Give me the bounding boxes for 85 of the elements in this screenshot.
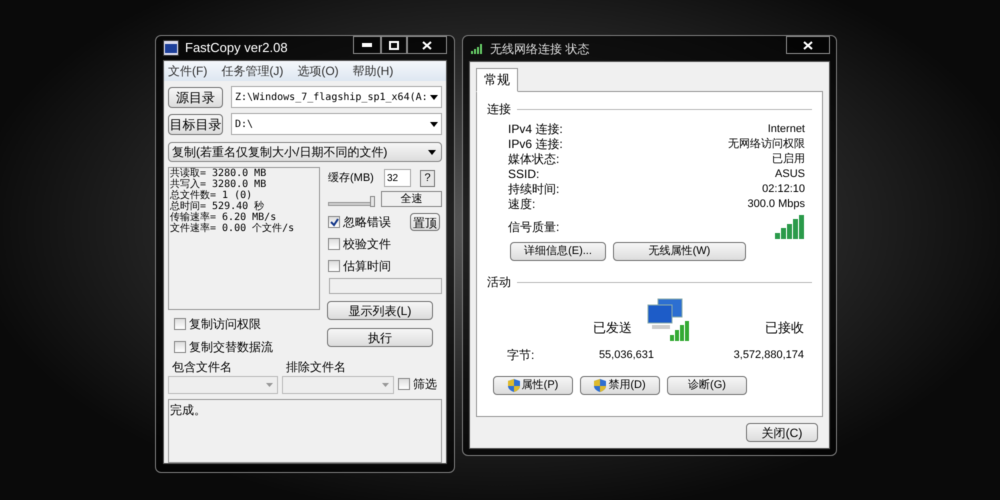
checkbox[interactable] bbox=[398, 378, 410, 390]
menu-item[interactable]: 帮助(H) bbox=[352, 62, 394, 80]
field-label: SSID: bbox=[508, 167, 540, 182]
buffer-field[interactable]: 32 bbox=[384, 169, 411, 187]
dropdown-arrow-icon bbox=[430, 122, 438, 126]
execute-button[interactable]: 执行 bbox=[327, 328, 433, 347]
path-field[interactable]: D:\ bbox=[231, 113, 442, 135]
dropdown-arrow-icon bbox=[382, 383, 389, 387]
maximize-button[interactable] bbox=[381, 36, 407, 54]
received-bytes-value: 3,572,880,174 bbox=[732, 348, 804, 363]
section-heading: 活动 bbox=[487, 274, 511, 291]
dialog-button[interactable]: 无线属性(W) bbox=[613, 242, 746, 261]
window-title: FastCopy ver2.08 bbox=[185, 39, 288, 58]
field-label: IPv4 连接: bbox=[508, 122, 563, 137]
dropdown-arrow-icon bbox=[430, 94, 438, 100]
dialog-button[interactable]: 属性(P) bbox=[493, 376, 573, 395]
section-heading: 连接 bbox=[487, 101, 511, 118]
checkbox[interactable] bbox=[174, 341, 186, 353]
checkbox-label: 估算时间 bbox=[343, 258, 391, 275]
field-label: 媒体状态: bbox=[508, 152, 560, 167]
tab[interactable]: 常规 bbox=[476, 68, 518, 92]
field-value: 已启用 bbox=[772, 152, 805, 167]
shield-icon bbox=[594, 379, 606, 392]
checkbox-label: 复制访问权限 bbox=[189, 316, 261, 333]
maximize-icon bbox=[389, 40, 399, 50]
field-label: 持续时间: bbox=[508, 182, 560, 197]
field-value: 300.0 Mbps bbox=[748, 197, 805, 212]
sent-bytes-value: 55,036,631 bbox=[598, 348, 654, 363]
field-label: 信号质量: bbox=[508, 219, 560, 236]
sent-label: 已发送 bbox=[592, 318, 632, 336]
menu-item[interactable]: 任务管理(J) bbox=[221, 62, 284, 80]
checkbox-label: 复制交替数据流 bbox=[189, 339, 273, 356]
signal-icon bbox=[471, 44, 484, 54]
stat-line: 共写入= 3280.0 MB bbox=[170, 179, 268, 190]
checkbox-label: 筛选 bbox=[413, 376, 437, 393]
dialog-button[interactable]: 诊断(G) bbox=[667, 376, 747, 395]
field-value: Internet bbox=[768, 122, 805, 137]
minimize-icon bbox=[362, 43, 372, 47]
stat-line: 共读取= 3280.0 MB bbox=[170, 168, 268, 179]
buffer-label: 缓存(MB) bbox=[328, 170, 375, 186]
path-field[interactable]: Z:\Windows_7_flagship_sp1_x64(A: bbox=[231, 86, 442, 108]
field-label: IPv6 连接: bbox=[508, 137, 563, 152]
stat-line: 传输速率= 6.20 MB/s bbox=[170, 212, 278, 223]
stat-line: 总时间= 529.40 秒 bbox=[170, 201, 266, 212]
source-button[interactable]: 源目录 bbox=[168, 86, 223, 108]
speed-label: 全速 bbox=[381, 191, 442, 207]
include-label: 包含文件名 bbox=[171, 359, 233, 376]
dropdown-arrow-icon bbox=[266, 383, 273, 387]
menu-item[interactable]: 文件(F) bbox=[168, 62, 208, 80]
close-button[interactable] bbox=[786, 36, 830, 54]
checkbox[interactable] bbox=[328, 238, 340, 250]
help-button[interactable]: ? bbox=[420, 170, 435, 186]
checkbox-label: 校验文件 bbox=[343, 236, 391, 253]
field-value: ASUS bbox=[775, 167, 805, 182]
log-text: 完成。 bbox=[170, 403, 206, 417]
mode-dropdown[interactable]: 复制(若重名仅复制大小/日期不同的文件) bbox=[168, 142, 442, 162]
checkbox-label: 忽略错误 bbox=[343, 214, 391, 231]
signal-strength-icon bbox=[775, 215, 805, 239]
checkbox[interactable] bbox=[174, 318, 186, 330]
field-label: 速度: bbox=[508, 197, 536, 212]
received-label: 已接收 bbox=[764, 318, 805, 336]
exclude-label: 排除文件名 bbox=[285, 359, 347, 376]
destination-button[interactable]: 目标目录 bbox=[168, 114, 223, 134]
field-value: 02:12:10 bbox=[762, 182, 805, 197]
stat-line: 文件速率= 0.00 个文件/s bbox=[170, 223, 296, 234]
checkbox[interactable] bbox=[328, 260, 340, 272]
close-button[interactable] bbox=[407, 36, 447, 54]
minimize-button[interactable] bbox=[353, 36, 381, 54]
dialog-button[interactable]: 详细信息(E)... bbox=[510, 242, 606, 261]
close-icon bbox=[803, 40, 813, 50]
bytes-label: 字节: bbox=[507, 347, 536, 364]
show-list-button[interactable]: 显示列表(L) bbox=[327, 301, 433, 320]
dialog-button[interactable]: 禁用(D) bbox=[580, 376, 660, 395]
slider-thumb[interactable] bbox=[370, 196, 375, 207]
field-value: 无网络访问权限 bbox=[728, 137, 805, 152]
window-title: 无线网络连接 状态 bbox=[490, 40, 590, 58]
menu-item[interactable]: 选项(O) bbox=[297, 62, 339, 80]
shield-icon bbox=[508, 379, 520, 392]
app-icon bbox=[163, 40, 179, 56]
stat-line: 总文件数= 1 (0) bbox=[170, 190, 254, 201]
close-dialog-button[interactable]: 关闭(C) bbox=[746, 423, 818, 442]
checkbox[interactable] bbox=[328, 216, 340, 228]
close-icon bbox=[422, 40, 432, 50]
always-on-top-button[interactable]: 置顶 bbox=[410, 213, 440, 231]
dropdown-arrow-icon bbox=[428, 150, 436, 154]
